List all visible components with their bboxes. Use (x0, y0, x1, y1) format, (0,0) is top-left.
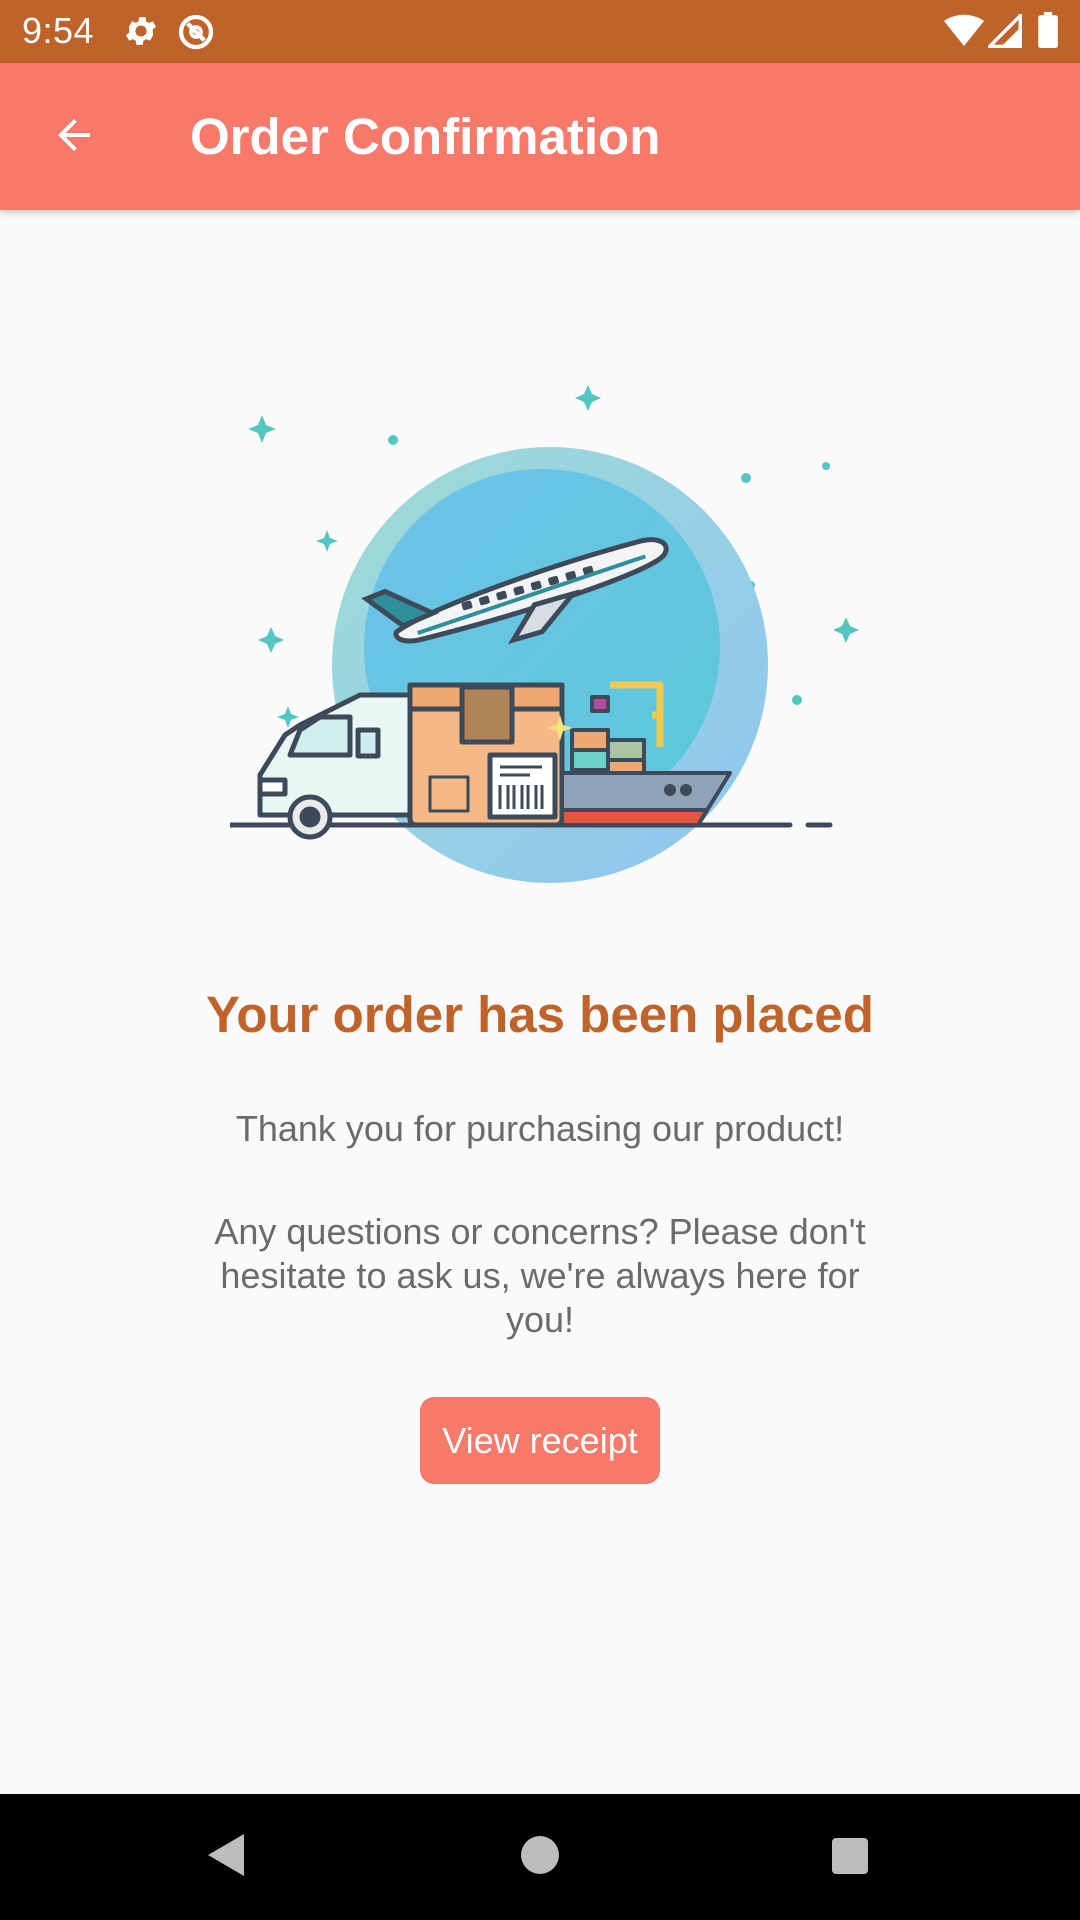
shipping-illustration (230, 385, 859, 883)
system-nav-bar (0, 1794, 1080, 1920)
status-time: 9:54 (22, 10, 95, 51)
recents-square-icon[interactable] (830, 1832, 870, 1883)
thank-you-text: Thank you for purchasing our product! (235, 1108, 845, 1149)
view-receipt-button[interactable]: View receipt (420, 1397, 660, 1484)
questions-text: Any questions or concerns? Please don't … (214, 1211, 866, 1340)
back-triangle-icon[interactable] (206, 1832, 246, 1883)
order-confirmation-content: Your order has been placed Thank you for… (0, 210, 1080, 1794)
status-bar: 9:54 (0, 0, 1080, 63)
back-button[interactable] (36, 99, 112, 175)
vpn-key-icon (176, 12, 216, 57)
wifi-icon (944, 14, 984, 53)
app-bar: Order Confirmation (0, 63, 1080, 210)
battery-icon (1038, 12, 1058, 53)
settings-icon (122, 12, 160, 55)
home-circle-icon[interactable] (519, 1832, 561, 1883)
arrow-back-icon (50, 111, 98, 164)
order-placed-heading: Your order has been placed (206, 986, 874, 1043)
signal-icon (985, 11, 1022, 53)
page-title: Order Confirmation (190, 108, 661, 165)
